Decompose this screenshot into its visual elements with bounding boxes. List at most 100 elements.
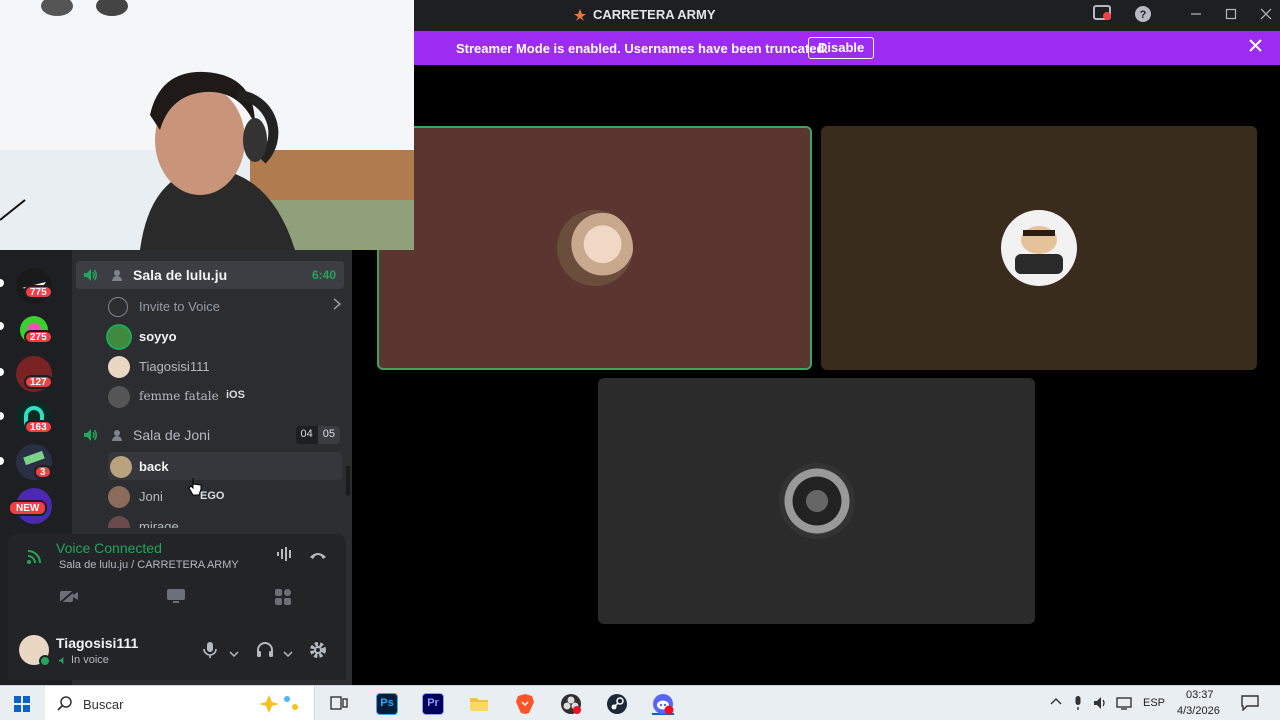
premiere-icon[interactable]: Pr <box>422 693 444 715</box>
participant-avatar <box>556 210 633 286</box>
language-indicator[interactable]: ESP <box>1143 697 1165 709</box>
user-name: soyyo <box>139 329 177 344</box>
windows-taskbar: Buscar Ps Pr ESP 03:37 4/3/2026 <box>0 685 1280 720</box>
maximize-icon[interactable] <box>1221 5 1241 25</box>
gear-icon[interactable] <box>309 641 327 664</box>
mention-badge: 3 <box>34 465 52 479</box>
inbox-icon[interactable] <box>1092 5 1112 25</box>
platform-tag: iOS <box>226 389 245 401</box>
unread-indicator <box>0 412 4 420</box>
mouse-cursor-icon <box>188 477 202 502</box>
chevron-down-icon[interactable] <box>229 645 239 663</box>
banner-close-icon[interactable] <box>1249 39 1262 57</box>
close-window-icon[interactable] <box>1256 5 1276 25</box>
mention-badge: 775 <box>24 285 53 299</box>
voice-timer: 6:40 <box>311 268 336 282</box>
window-title: CARRETERA ARMY <box>573 7 716 22</box>
scrollbar[interactable] <box>346 466 350 496</box>
voice-user[interactable]: back <box>108 452 342 480</box>
volume-icon[interactable] <box>1093 695 1109 714</box>
banner-message: Streamer Mode is enabled. Usernames have… <box>456 41 829 56</box>
chevron-right-icon <box>332 298 342 313</box>
video-tile-speaking[interactable] <box>377 126 812 370</box>
noise-suppression-icon[interactable] <box>276 546 294 567</box>
search-placeholder: Buscar <box>83 697 124 712</box>
webcam-feed <box>0 0 414 250</box>
invite-icon <box>108 297 128 317</box>
voice-channel-room2[interactable]: Sala de Joni 04 05 <box>76 421 344 449</box>
voice-user[interactable]: Tiagosisi111 <box>108 352 342 380</box>
screen-share-icon[interactable] <box>166 588 186 609</box>
headphones-icon[interactable] <box>256 642 274 663</box>
users-icon <box>110 428 124 447</box>
username[interactable]: Tiagosisi111 <box>56 635 138 651</box>
voice-channel-room1[interactable]: Sala de lulu.ju 6:40 <box>76 261 344 289</box>
unread-indicator <box>0 368 4 376</box>
discord-icon[interactable] <box>652 693 674 715</box>
obs-icon[interactable] <box>560 693 582 715</box>
voice-user[interactable]: Joni EGO <box>108 482 342 510</box>
video-tile[interactable] <box>821 126 1257 370</box>
streamer-mode-banner: Streamer Mode is enabled. Usernames have… <box>414 31 1280 65</box>
file-explorer-icon[interactable] <box>468 693 490 715</box>
unread-indicator <box>0 457 4 465</box>
clock-time[interactable]: 03:37 <box>1186 689 1214 701</box>
disable-streamer-button[interactable]: Disable <box>808 37 875 59</box>
user-status: In voice <box>58 654 109 666</box>
speaker-icon <box>82 427 98 448</box>
user-status-text: In voice <box>71 654 109 666</box>
minimize-icon[interactable] <box>1186 5 1206 25</box>
taskbar-search[interactable]: Buscar <box>45 686 315 720</box>
microphone-tray-icon[interactable] <box>1073 695 1083 714</box>
voice-status-icon <box>58 656 64 664</box>
network-icon[interactable] <box>1116 695 1134 714</box>
task-view-icon[interactable] <box>330 695 348 716</box>
disconnect-icon[interactable] <box>309 548 327 566</box>
steam-icon[interactable] <box>606 693 628 715</box>
voice-user[interactable]: femme fatale iOS <box>108 382 342 410</box>
activities-icon[interactable] <box>274 588 292 611</box>
server-logo-icon <box>573 8 587 22</box>
voice-user[interactable]: soyyo <box>108 322 342 350</box>
avatar <box>108 486 130 508</box>
help-icon[interactable]: ? <box>1133 5 1153 25</box>
voice-status[interactable]: Voice Connected <box>56 540 162 556</box>
webcam-overlay <box>0 0 414 250</box>
avatar <box>108 386 130 408</box>
avatar <box>108 326 130 348</box>
brave-icon[interactable] <box>514 693 536 715</box>
chevron-up-icon[interactable] <box>1050 696 1062 709</box>
mention-badge: 127 <box>24 375 53 389</box>
user-name: mirage <box>139 519 179 528</box>
unread-indicator <box>0 279 4 287</box>
user-name: Tiagosisi111 <box>139 359 210 374</box>
notification-icon[interactable] <box>1241 695 1259 714</box>
microphone-icon[interactable] <box>203 641 217 664</box>
avatar <box>110 456 132 478</box>
channel-name: Sala de lulu.ju <box>133 267 228 283</box>
sparkle-icon <box>251 693 305 720</box>
speaker-icon <box>82 267 98 288</box>
avatar <box>108 356 130 378</box>
search-icon <box>57 696 72 716</box>
camera-off-icon[interactable] <box>59 588 79 609</box>
user-name: back <box>139 459 169 474</box>
video-tile[interactable] <box>598 378 1035 624</box>
participant-avatar <box>1001 210 1077 286</box>
new-badge: NEW <box>8 500 48 516</box>
invite-label: Invite to Voice <box>139 299 220 314</box>
user-name: Joni <box>139 489 163 504</box>
clock-date[interactable]: 4/3/2026 <box>1177 705 1220 717</box>
voice-user[interactable]: mirage <box>108 512 342 528</box>
voice-location[interactable]: Sala de lulu.ju / CARRETERA ARMY <box>59 559 239 571</box>
photoshop-icon[interactable]: Ps <box>376 693 398 715</box>
invite-to-voice[interactable]: Invite to Voice <box>108 292 342 320</box>
mention-badge: 275 <box>24 330 53 344</box>
chevron-down-icon[interactable] <box>283 645 293 663</box>
user-limit: 04 05 <box>295 426 340 444</box>
status-tag: EGO <box>200 490 225 502</box>
channel-name: Sala de Joni <box>133 427 211 443</box>
mention-badge: 163 <box>24 420 53 434</box>
unread-indicator <box>0 322 4 330</box>
start-icon[interactable] <box>14 696 30 717</box>
